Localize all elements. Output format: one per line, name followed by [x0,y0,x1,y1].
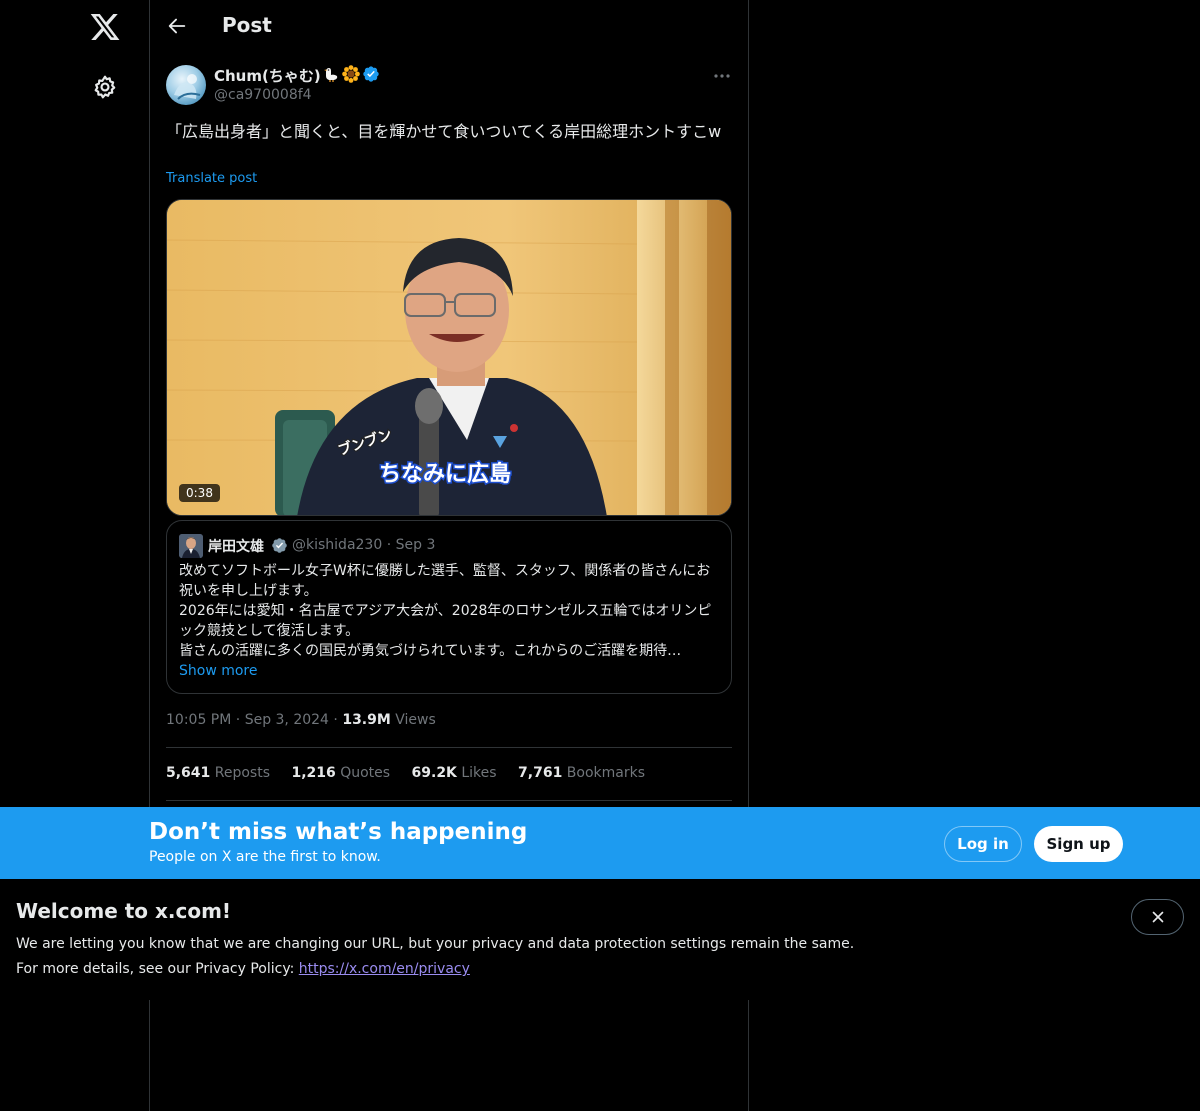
welcome-message: We are letting you know that we are chan… [16,936,855,952]
bookmarks-label: Bookmarks [566,765,645,781]
bookmarks-stat[interactable]: 7,761 Bookmarks [518,765,645,781]
author-name[interactable]: Chum(ちゃむ) [214,65,380,87]
arrow-left-icon[interactable] [166,15,188,37]
divider [166,800,732,801]
views-count: 13.9M [342,712,391,728]
post-video[interactable]: ちなみに広島 ブンブン 0:38 [166,199,732,516]
banner-subtitle: People on X are the first to know. [149,849,381,865]
welcome-title: Welcome to x.com! [16,899,232,923]
post-text: 「広島出身者」と聞くと、目を輝かせて食いついてくる岸田総理ホントすこw [166,122,722,141]
quote-text-line: 改めてソフトボール女子W杯に優勝した選手、監督、スタッフ、関係者の皆さんにお祝い… [179,563,711,599]
privacy-policy-link[interactable]: https://x.com/en/privacy [299,961,470,977]
privacy-prefix: For more details, see our Privacy Policy… [16,961,295,977]
quote-date[interactable]: Sep 3 [396,537,436,553]
reposts-label: Reposts [214,765,270,781]
quotes-stat[interactable]: 1,216 Quotes [291,765,390,781]
welcome-privacy-line: For more details, see our Privacy Policy… [16,961,470,977]
quote-author-meta: @kishida230 · Sep 3 [292,537,435,553]
x-logo-icon[interactable] [89,11,121,43]
quote-author-handle[interactable]: @kishida230 [292,537,382,553]
video-duration-badge: 0:38 [179,484,220,502]
show-more-link[interactable]: Show more [179,663,258,679]
goose-emoji-icon [323,66,340,87]
quote-text-line: 2026年には愛知・名古屋でアジア大会が、2028年のロサンゼルス五輪ではオリン… [179,603,712,639]
reposts-count: 5,641 [166,765,211,781]
post-stats: 5,641 Reposts 1,216 Quotes 69.2K Likes 7… [166,765,662,781]
welcome-notice: Welcome to x.com! We are letting you kno… [0,879,1200,1000]
bookmarks-count: 7,761 [518,765,563,781]
quote-text-line: 皆さんの活躍に多くの国民が勇気づけられています。これからのご活躍を期待… [179,643,682,659]
post-meta: 10:05 PM · Sep 3, 2024 · 13.9M Views [166,712,436,728]
likes-count: 69.2K [411,765,457,781]
views-label: Views [395,712,436,728]
author-handle[interactable]: @ca970008f4 [214,87,312,103]
likes-stat[interactable]: 69.2K Likes [412,765,497,781]
separator-dot: · [386,537,396,553]
quote-avatar[interactable] [179,534,203,558]
quote-text: 改めてソフトボール女子W杯に優勝した選手、監督、スタッフ、関係者の皆さんにお祝い… [179,561,723,661]
avatar[interactable] [166,65,206,105]
separator-dot: · [235,712,245,728]
quotes-label: Quotes [340,765,391,781]
banner-title: Don’t miss what’s happening [149,819,528,845]
avatar-image [174,74,201,100]
page-title: Post [222,13,272,37]
post-time[interactable]: 10:05 PM [166,712,231,728]
page: Post Chum(ちゃむ) @ca970008f4 「広島出身者」と聞くと、目… [0,0,1200,1111]
quoted-post[interactable]: 岸田文雄 @kishida230 · Sep 3 改めてソフトボール女子W杯に優… [166,520,732,694]
signup-button[interactable]: Sign up [1034,826,1123,862]
translate-post-link[interactable]: Translate post [166,171,257,186]
quote-author-name[interactable]: 岸田文雄 [208,536,264,556]
signup-banner: Don’t miss what’s happening People on X … [0,807,1200,879]
close-icon [1152,911,1163,923]
login-button[interactable]: Log in [944,826,1022,862]
gear-icon[interactable] [92,74,118,100]
verified-badge-icon[interactable] [362,65,380,87]
quotes-count: 1,216 [291,765,336,781]
sunflower-emoji-icon [341,65,360,87]
video-caption-main: ちなみに広島 [377,461,512,489]
separator-dot: · [333,712,343,728]
reposts-stat[interactable]: 5,641 Reposts [166,765,270,781]
author-name-text: Chum(ちゃむ) [214,67,321,85]
likes-label: Likes [461,765,497,781]
post-date[interactable]: Sep 3, 2024 [245,712,329,728]
post-header: Post [150,0,748,54]
divider [166,747,732,748]
close-button[interactable] [1131,899,1184,935]
more-horizontal-icon[interactable] [712,66,732,86]
verified-badge-icon [272,538,287,553]
post-author: Chum(ちゃむ) @ca970008f4 [166,64,732,108]
